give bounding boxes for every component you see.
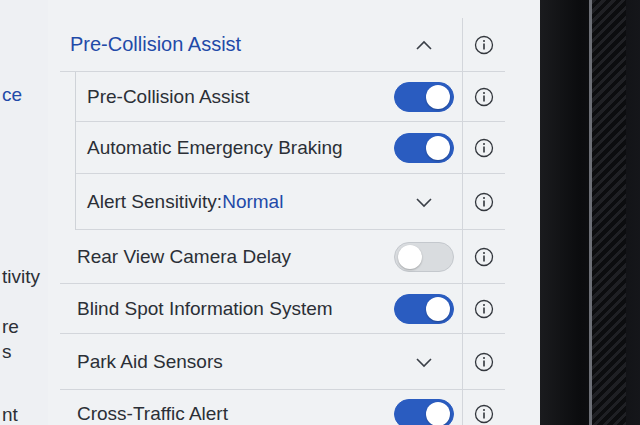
chevron-icon[interactable] [415,196,433,208]
setting-label: Rear View Camera Delay [77,246,386,268]
setting-row: Rear View Camera Delay [60,230,505,284]
info-icon[interactable] [474,87,494,107]
section-header[interactable]: Pre-Collision Assist [60,18,505,72]
info-icon[interactable] [474,35,494,55]
toggle-switch[interactable] [394,294,454,324]
info-icon[interactable] [474,404,494,424]
setting-label: Cross-Traffic Alert [77,403,386,425]
toggle-switch[interactable] [394,133,454,163]
setting-row: Automatic Emergency Braking [76,122,505,174]
screen-bezel [540,0,640,425]
setting-row: Alert Sensitivity:Normal [76,174,505,230]
sidebar-item[interactable]: nt [0,404,48,425]
info-icon[interactable] [474,138,494,158]
setting-label: Park Aid Sensors [77,351,386,373]
info-icon[interactable] [474,352,494,372]
settings-list: Pre-Collision AssistPre-Collision Assist… [60,18,505,425]
setting-label: Alert Sensitivity:Normal [87,191,386,213]
setting-label: Automatic Emergency Braking [87,137,386,159]
info-icon[interactable] [474,247,494,267]
setting-row: Blind Spot Information System [60,284,505,334]
sidebar-item[interactable]: s [0,341,48,363]
setting-row: Pre-Collision Assist [76,72,505,122]
section-title: Pre-Collision Assist [70,33,386,56]
settings-screen: cetivityresntPre-Collision AssistPre-Col… [0,0,640,425]
setting-label: Blind Spot Information System [77,298,386,320]
toggle-switch[interactable] [394,242,454,272]
info-icon[interactable] [474,299,494,319]
toggle-switch[interactable] [394,82,454,112]
settings-panel: Pre-Collision AssistPre-Collision Assist… [48,0,540,425]
setting-row: Park Aid Sensors [60,334,505,390]
setting-label: Pre-Collision Assist [87,86,386,108]
sidebar: ce tivity re s nt [0,0,48,425]
sidebar-item[interactable]: tivity [0,266,48,288]
grille [589,0,626,425]
chevron-icon[interactable] [415,356,433,368]
toggle-switch[interactable] [394,399,454,425]
section-items: Pre-Collision Assist Automatic Emergency … [75,72,505,230]
setting-row: Cross-Traffic Alert [60,390,505,425]
sidebar-item[interactable]: re [0,316,48,338]
chevron-icon[interactable] [415,39,433,51]
sidebar-item[interactable]: ce [0,84,48,106]
info-icon[interactable] [474,192,494,212]
setting-value[interactable]: Normal [222,191,283,212]
